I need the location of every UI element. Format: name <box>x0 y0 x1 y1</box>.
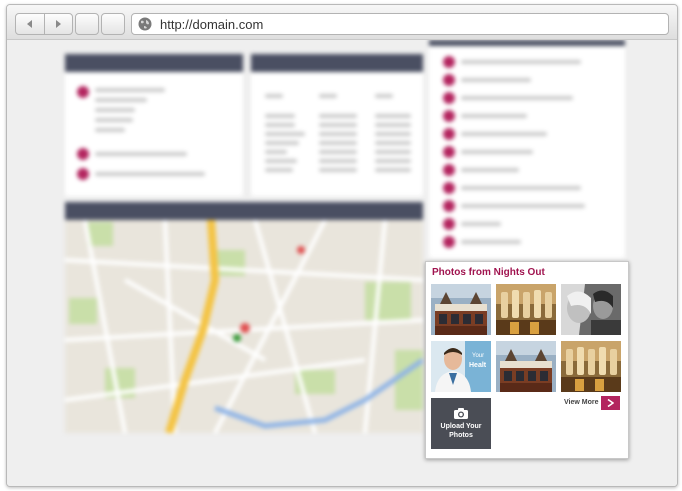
map-graphic <box>65 220 423 433</box>
photo-thumbnail-pub-exterior[interactable] <box>431 284 491 335</box>
svg-text:Healt: Healt <box>469 362 487 369</box>
globe-icon <box>138 17 152 31</box>
forward-arrow-icon <box>56 20 62 28</box>
photo-thumbnail-laughing-women[interactable] <box>561 284 621 335</box>
nav-buttons <box>15 13 73 35</box>
photo-thumbnail-beer-taps-2[interactable] <box>561 341 621 392</box>
photo-thumbnail-doctor-health-ad[interactable]: Your Healt <box>431 341 491 392</box>
photo-thumbnail-beer-taps[interactable] <box>496 284 556 335</box>
back-button[interactable] <box>16 14 45 34</box>
browser-window: http://domain.com Photos from Nights Out… <box>6 4 678 487</box>
blurred-card-address <box>65 54 243 196</box>
camera-icon <box>454 407 468 419</box>
view-more-button[interactable] <box>601 396 620 410</box>
blurred-map <box>65 220 423 433</box>
photos-widget-title: Photos from Nights Out <box>432 267 545 278</box>
address-bar[interactable]: http://domain.com <box>131 13 669 35</box>
toolbar-button-2[interactable] <box>101 13 125 35</box>
url-text: http://domain.com <box>160 16 264 32</box>
back-arrow-icon <box>26 20 32 28</box>
forward-button[interactable] <box>45 14 73 34</box>
photo-thumbnail-pub-exterior-2[interactable] <box>496 341 556 392</box>
photos-widget: Photos from Nights Out Your Healt Upload… <box>425 261 629 459</box>
page-viewport: Photos from Nights Out Your Healt Upload… <box>7 40 677 486</box>
chevron-right-icon <box>607 399 614 407</box>
svg-text:Your: Your <box>472 353 484 359</box>
toolbar-button-1[interactable] <box>75 13 99 35</box>
browser-toolbar: http://domain.com <box>7 5 677 40</box>
upload-photos-button[interactable]: Upload Your Photos <box>431 398 491 449</box>
blurred-card-hours <box>251 54 423 196</box>
blurred-card-features <box>429 40 625 258</box>
view-more-link[interactable]: View More <box>564 399 599 406</box>
blurred-card-map-header <box>65 202 423 220</box>
upload-photos-label: Upload Your Photos <box>440 422 482 439</box>
